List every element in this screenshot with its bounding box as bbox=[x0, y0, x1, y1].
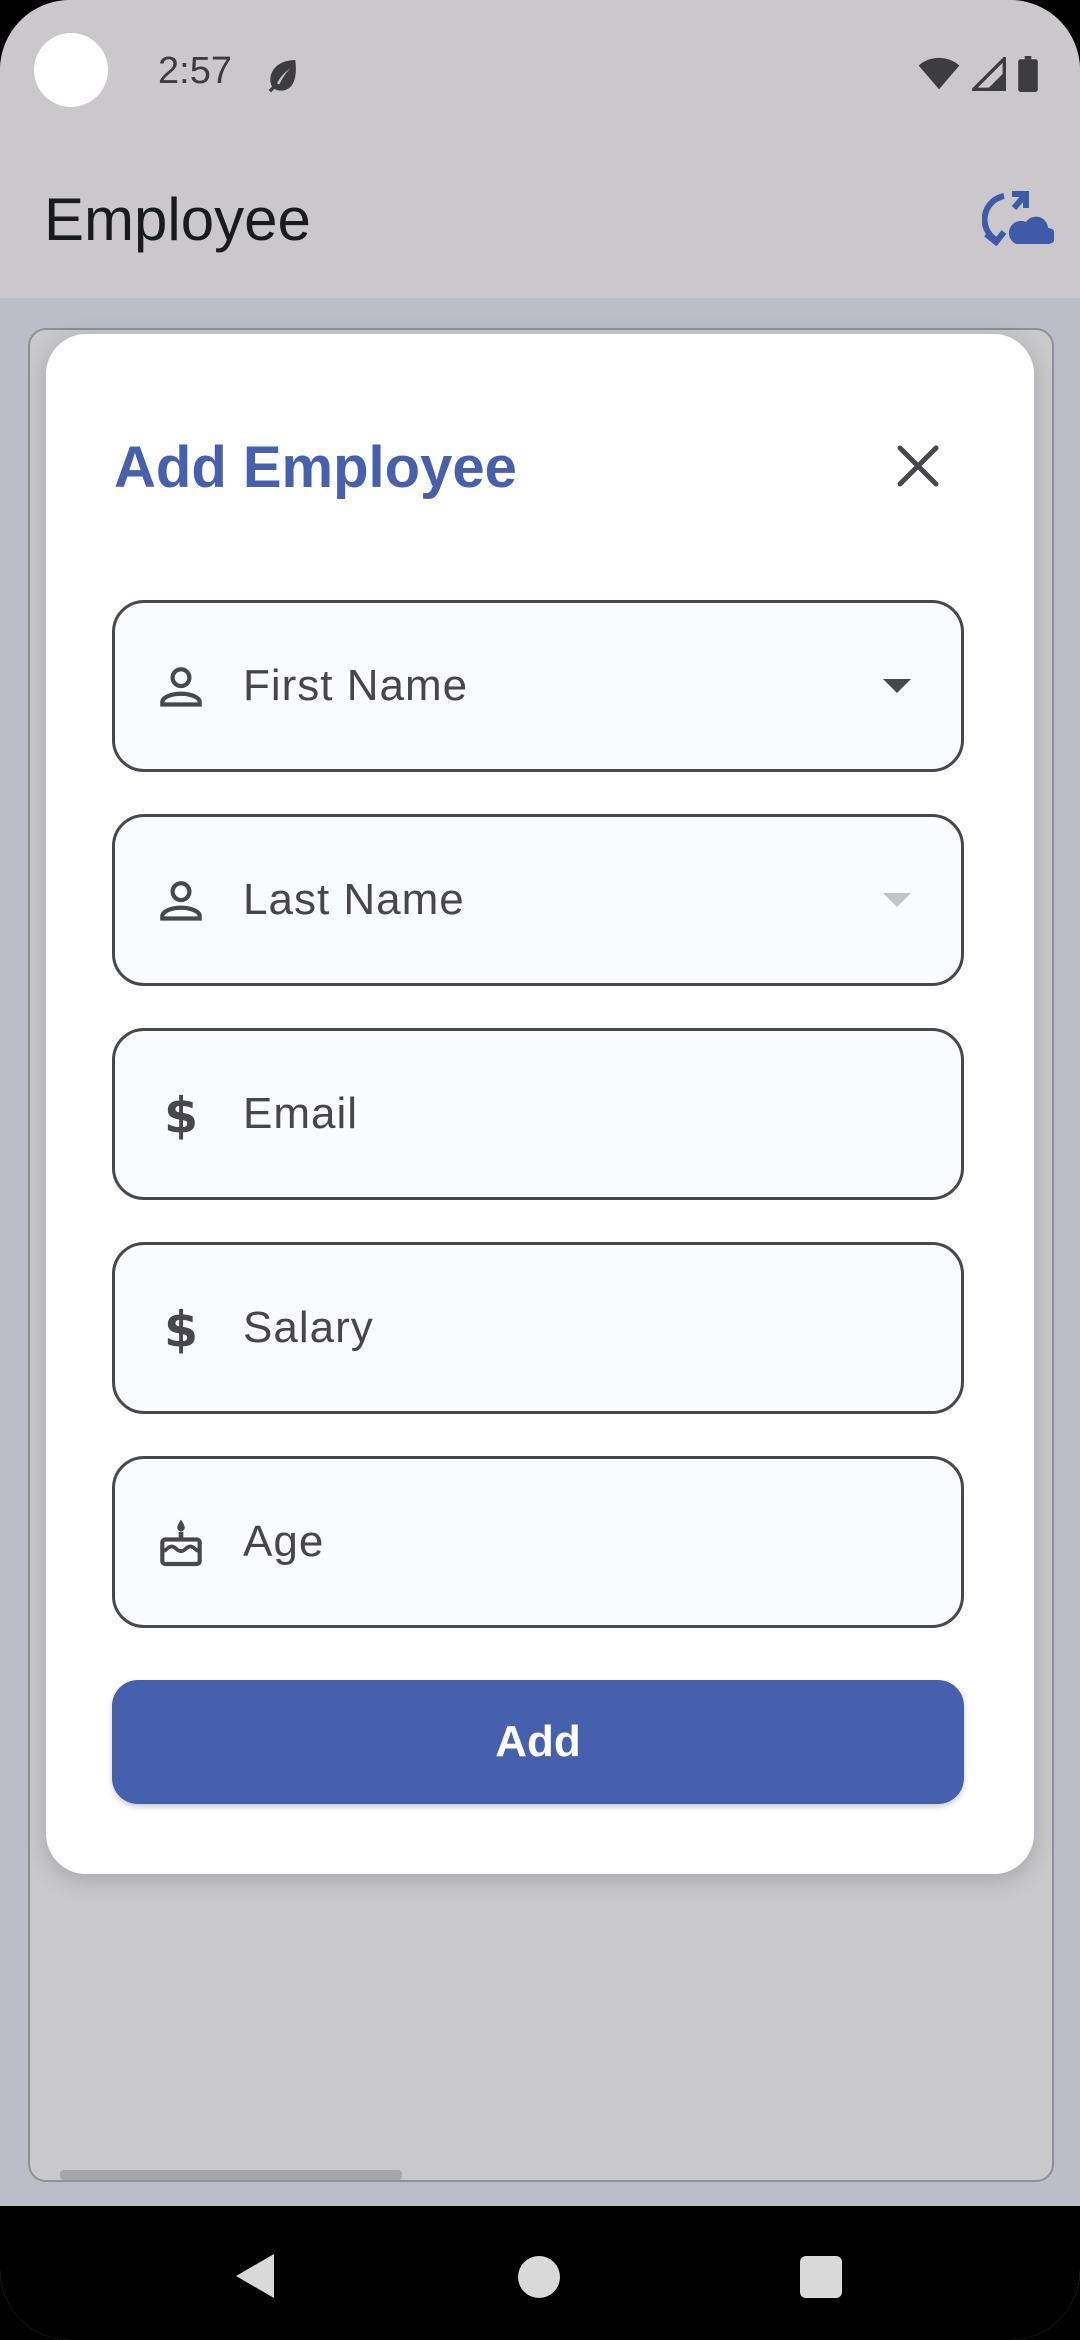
status-bar: 2:57 bbox=[0, 0, 1080, 140]
last-name-field[interactable]: Last Name bbox=[112, 814, 964, 986]
salary-field[interactable]: $ Salary bbox=[112, 1242, 964, 1414]
add-employee-dialog: Add Employee First Name Last Name $ Emai… bbox=[46, 334, 1034, 1874]
email-field[interactable]: $ Email bbox=[112, 1028, 964, 1200]
home-icon[interactable] bbox=[518, 2256, 560, 2298]
last-name-placeholder: Last Name bbox=[243, 875, 465, 924]
salary-placeholder: Salary bbox=[243, 1303, 374, 1352]
first-name-placeholder: First Name bbox=[243, 661, 469, 710]
close-icon bbox=[890, 445, 946, 498]
add-button[interactable]: Add bbox=[112, 1680, 964, 1804]
wifi-icon bbox=[918, 57, 960, 96]
age-placeholder: Age bbox=[243, 1517, 325, 1566]
signal-icon bbox=[969, 54, 1006, 96]
dropdown-arrow-icon[interactable] bbox=[883, 893, 911, 907]
back-icon[interactable] bbox=[236, 2254, 274, 2298]
recents-icon[interactable] bbox=[800, 2256, 842, 2298]
navigation-bar bbox=[0, 2206, 1080, 2340]
app-title: Employee bbox=[44, 186, 311, 253]
svg-text:$: $ bbox=[164, 1302, 198, 1358]
svg-text:$: $ bbox=[164, 1088, 198, 1144]
system-icons bbox=[918, 54, 1038, 97]
sync-button[interactable] bbox=[978, 180, 1058, 260]
app-bar: Employee bbox=[0, 140, 1080, 298]
dropdown-arrow-icon[interactable] bbox=[883, 679, 911, 693]
age-field[interactable]: Age bbox=[112, 1456, 964, 1628]
dollar-icon: $ bbox=[153, 1087, 209, 1145]
person-icon bbox=[153, 659, 209, 715]
status-time: 2:57 bbox=[158, 50, 232, 92]
dialog-title: Add Employee bbox=[114, 435, 517, 500]
scrollbar[interactable] bbox=[60, 2170, 402, 2180]
cake-icon bbox=[153, 1515, 209, 1571]
person-icon bbox=[153, 873, 209, 929]
close-button[interactable] bbox=[890, 438, 946, 494]
screen: 2:57 Employee Add Employee First Name La… bbox=[0, 0, 1080, 2340]
leaf-icon bbox=[262, 55, 302, 100]
camera-cutout bbox=[34, 33, 108, 107]
battery-icon bbox=[1018, 56, 1038, 97]
email-placeholder: Email bbox=[243, 1089, 359, 1138]
cloud-sync-icon bbox=[981, 188, 1056, 253]
dollar-icon: $ bbox=[153, 1301, 209, 1359]
first-name-field[interactable]: First Name bbox=[112, 600, 964, 772]
